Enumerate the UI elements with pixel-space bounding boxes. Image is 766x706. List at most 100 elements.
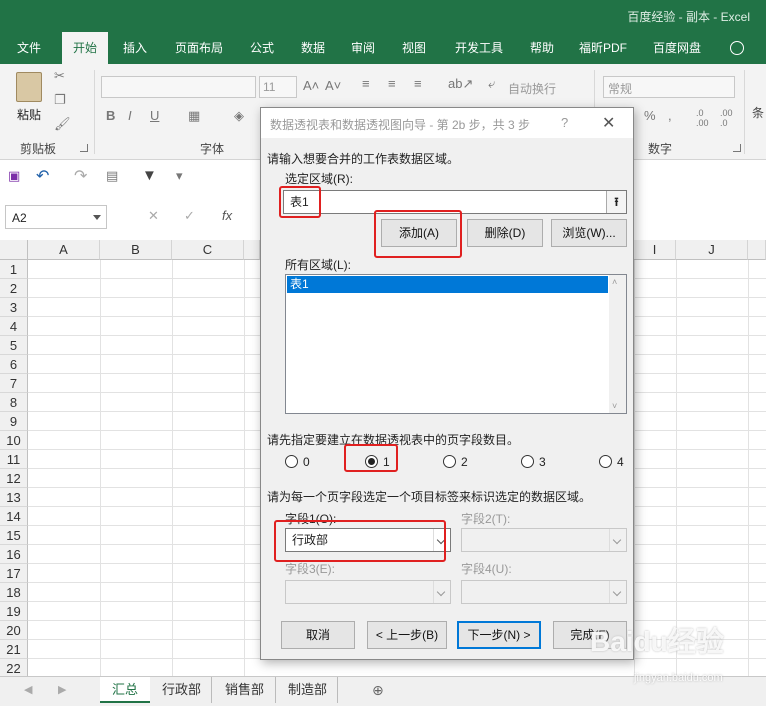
list-item[interactable]: 表1 bbox=[287, 276, 608, 293]
scroll-left-icon[interactable]: ◀ bbox=[24, 683, 32, 696]
row-header[interactable]: 7 bbox=[0, 374, 28, 393]
row-header[interactable]: 10 bbox=[0, 431, 28, 450]
select-all-corner[interactable] bbox=[0, 240, 28, 260]
browse-button[interactable]: 浏览(W)... bbox=[551, 219, 627, 247]
tab-developer[interactable]: 开发工具 bbox=[442, 32, 516, 64]
redo-icon[interactable]: ↷ bbox=[74, 166, 87, 186]
save-icon[interactable]: ▣ bbox=[8, 168, 20, 184]
tab-view[interactable]: 视图 bbox=[390, 32, 438, 64]
format-painter-icon[interactable]: 🖌 bbox=[54, 116, 71, 132]
back-button[interactable]: < 上一步(B) bbox=[367, 621, 447, 649]
bold-icon[interactable]: B bbox=[106, 108, 115, 123]
paste-label[interactable]: 粘贴 bbox=[17, 106, 41, 123]
form-icon[interactable]: ▤ bbox=[106, 168, 118, 184]
column-header[interactable]: B bbox=[100, 240, 172, 260]
row-header[interactable]: 9 bbox=[0, 412, 28, 431]
cut-icon[interactable]: ✂ bbox=[54, 68, 65, 84]
scroll-right-icon[interactable]: ▶ bbox=[58, 683, 66, 696]
tab-insert[interactable]: 插入 bbox=[112, 32, 158, 64]
cancel-button[interactable]: 取消 bbox=[281, 621, 355, 649]
grow-font-icon[interactable]: A˄ bbox=[303, 78, 319, 93]
tab-formulas[interactable]: 公式 bbox=[240, 32, 284, 64]
close-icon[interactable]: ✕ bbox=[602, 113, 615, 133]
decrease-decimal-icon[interactable]: .00.0 bbox=[720, 108, 733, 128]
field3-combo[interactable] bbox=[285, 580, 451, 604]
help-icon[interactable]: ? bbox=[561, 115, 568, 130]
cancel-entry-icon[interactable]: ✕ bbox=[148, 208, 159, 224]
tab-file[interactable]: 文件 bbox=[0, 32, 58, 64]
row-header[interactable]: 15 bbox=[0, 526, 28, 545]
copy-icon[interactable]: ❐ bbox=[54, 92, 66, 108]
row-header[interactable]: 4 bbox=[0, 317, 28, 336]
shrink-font-icon[interactable]: A˅ bbox=[325, 78, 341, 93]
comma-style-icon[interactable]: , bbox=[668, 108, 672, 123]
clipboard-launcher-icon[interactable] bbox=[80, 144, 88, 152]
undo-icon[interactable]: ↶ bbox=[36, 166, 49, 186]
align-bottom-icon[interactable]: ≡ bbox=[414, 76, 422, 91]
align-middle-icon[interactable]: ≡ bbox=[388, 76, 396, 91]
row-header[interactable]: 12 bbox=[0, 469, 28, 488]
row-header[interactable]: 21 bbox=[0, 640, 28, 659]
field2-combo[interactable] bbox=[461, 528, 627, 552]
column-header[interactable]: A bbox=[28, 240, 100, 260]
add-sheet-icon[interactable]: ⊕ bbox=[372, 682, 384, 699]
lightbulb-icon[interactable] bbox=[730, 41, 744, 55]
align-top-icon[interactable]: ≡ bbox=[362, 76, 370, 91]
row-header[interactable]: 8 bbox=[0, 393, 28, 412]
scroll-down-icon[interactable]: ˅ bbox=[612, 401, 617, 411]
row-header[interactable]: 1 bbox=[0, 260, 28, 279]
font-name-combo[interactable] bbox=[101, 76, 256, 98]
italic-icon[interactable]: I bbox=[128, 108, 132, 123]
row-header[interactable]: 16 bbox=[0, 545, 28, 564]
borders-icon[interactable]: ▦ bbox=[188, 108, 200, 124]
tab-page-layout[interactable]: 页面布局 bbox=[164, 32, 234, 64]
delete-button[interactable]: 删除(D) bbox=[467, 219, 543, 247]
conditional-format-partial[interactable]: 条 bbox=[752, 104, 764, 121]
tab-baidu-netdisk[interactable]: 百度网盘 bbox=[642, 32, 712, 64]
tab-home[interactable]: 开始 bbox=[62, 32, 108, 64]
row-header[interactable]: 13 bbox=[0, 488, 28, 507]
filter-icon[interactable]: ▼ bbox=[142, 167, 157, 184]
insert-function-icon[interactable]: fx bbox=[222, 208, 232, 223]
next-button[interactable]: 下一步(N) > bbox=[457, 621, 541, 649]
number-launcher-icon[interactable] bbox=[733, 144, 741, 152]
sheet-tab-sales[interactable]: 销售部 bbox=[214, 677, 276, 703]
column-header[interactable]: J bbox=[676, 240, 748, 260]
orientation-icon[interactable]: ab↗ bbox=[448, 76, 473, 92]
row-header[interactable]: 20 bbox=[0, 621, 28, 640]
font-size-combo[interactable]: 11 bbox=[259, 76, 297, 98]
sheet-tab-manufacturing[interactable]: 制造部 bbox=[278, 677, 338, 703]
row-header[interactable]: 11 bbox=[0, 450, 28, 469]
row-header[interactable]: 6 bbox=[0, 355, 28, 374]
name-box[interactable]: A2 bbox=[5, 205, 107, 229]
sheet-tab-summary[interactable]: 汇总 bbox=[100, 677, 150, 703]
row-header[interactable]: 18 bbox=[0, 583, 28, 602]
sheet-tab-admin[interactable]: 行政部 bbox=[152, 677, 212, 703]
paste-icon[interactable] bbox=[16, 72, 42, 102]
column-header[interactable]: I bbox=[634, 240, 676, 260]
radio-4[interactable] bbox=[599, 455, 612, 468]
row-header[interactable]: 5 bbox=[0, 336, 28, 355]
collapse-dialog-icon[interactable]: ⭱ bbox=[606, 191, 626, 213]
radio-2[interactable] bbox=[443, 455, 456, 468]
field4-combo[interactable] bbox=[461, 580, 627, 604]
tab-foxit-pdf[interactable]: 福昕PDF bbox=[570, 32, 636, 64]
customize-qat-icon[interactable]: ▾ bbox=[176, 168, 183, 184]
row-header[interactable]: 2 bbox=[0, 279, 28, 298]
wrap-text-label[interactable]: 自动换行 bbox=[508, 80, 556, 97]
column-header[interactable] bbox=[244, 240, 260, 260]
tab-review[interactable]: 审阅 bbox=[340, 32, 386, 64]
confirm-entry-icon[interactable]: ✓ bbox=[184, 208, 195, 224]
radio-0[interactable] bbox=[285, 455, 298, 468]
radio-3[interactable] bbox=[521, 455, 534, 468]
all-ranges-listbox[interactable]: 表1 ˄ ˅ bbox=[285, 274, 627, 414]
underline-icon[interactable]: U bbox=[150, 108, 159, 123]
scroll-up-icon[interactable]: ˄ bbox=[612, 277, 617, 287]
scrollbar[interactable]: ˄ ˅ bbox=[609, 275, 626, 413]
fill-color-icon[interactable]: ◈ bbox=[234, 108, 244, 124]
column-header[interactable] bbox=[748, 240, 766, 260]
tab-data[interactable]: 数据 bbox=[290, 32, 336, 64]
tab-help[interactable]: 帮助 bbox=[520, 32, 564, 64]
row-header[interactable]: 3 bbox=[0, 298, 28, 317]
increase-decimal-icon[interactable]: .0.00 bbox=[696, 108, 709, 128]
